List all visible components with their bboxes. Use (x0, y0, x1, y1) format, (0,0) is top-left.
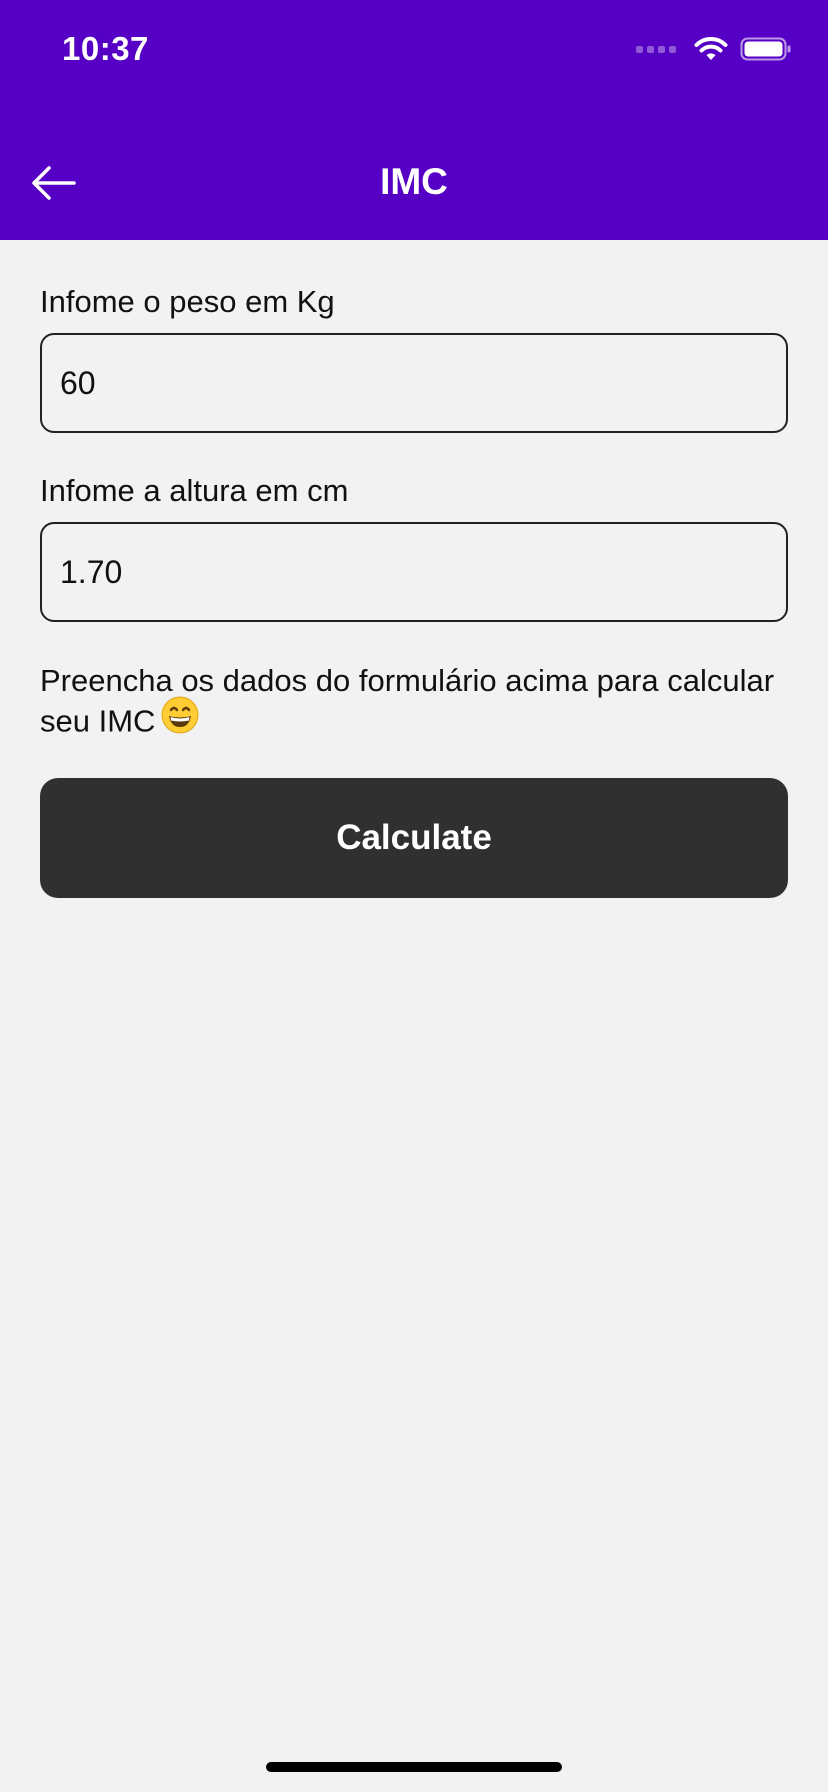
grinning-face-icon (161, 696, 199, 743)
status-icons (636, 36, 792, 62)
hint-message: Preencha os dados do formulário acima pa… (40, 662, 788, 747)
app-header: 10:37 IMC (0, 0, 828, 240)
status-time: 10:37 (62, 30, 149, 67)
battery-icon (740, 37, 791, 61)
height-label: Infome a altura em cm (40, 473, 349, 508)
page-title: IMC (380, 161, 448, 202)
calculate-button[interactable]: Calculate (40, 778, 788, 898)
signal-icon (636, 45, 676, 53)
weight-input[interactable] (40, 333, 788, 433)
wifi-icon (694, 37, 728, 60)
hint-text: Preencha os dados do formulário acima pa… (40, 663, 775, 739)
weight-label: Infome o peso em Kg (40, 284, 335, 319)
home-indicator (266, 1762, 562, 1772)
height-input[interactable] (40, 522, 788, 622)
